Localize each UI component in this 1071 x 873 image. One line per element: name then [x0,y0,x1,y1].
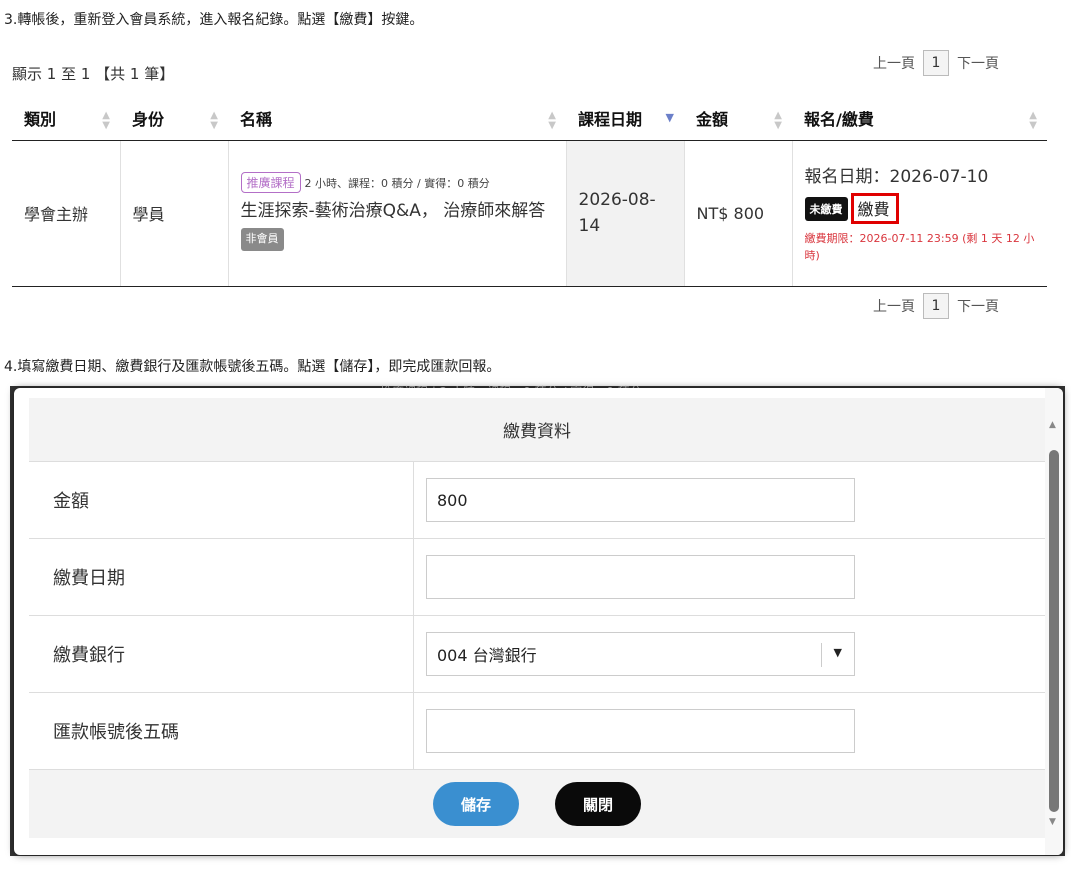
table-row: 學會主辦 學員 推廣課程 2 小時、課程：0 積分 / 實得：0 積分 生涯探索-… [12,140,1047,287]
sort-icon: ▲ ▼ [210,110,218,131]
payment-date-label: 繳費日期 [29,539,414,615]
pager-top: 上一頁 1 下一頁 [873,50,999,76]
header-course-date-label: 課程日期 [578,109,643,129]
select-divider [821,643,822,667]
course-name-link[interactable]: 生涯探索-藝術治療Q&A， 治療師來解答 [241,201,546,221]
close-button[interactable]: 關閉 [555,782,641,826]
sort-icon: ▲ ▼ [548,110,556,131]
header-amount-label: 金額 [696,109,729,129]
cell-course-date: 2026-08-14 [566,140,685,287]
reg-date: 報名日期：2026-07-10 [804,167,989,187]
registration-table: 類別 ▲ ▼ 身份 ▲ ▼ 名稱 ▲ ▼ 課程日期 ▼ 金額 ▲ ▼ 報名/繳費 ▲ ▼ [12,96,1047,287]
payment-bank-row: 繳費銀行 004 台灣銀行 ▼ [29,616,1045,693]
cell-amount: NT$ 800 [684,140,793,287]
payment-bank-select[interactable]: 004 台灣銀行 ▼ [426,632,855,676]
header-category-label: 類別 [24,109,57,129]
chevron-down-icon[interactable]: ▼ [834,646,842,659]
payment-bank-value: 004 台灣銀行 [437,646,537,665]
header-course-date[interactable]: 課程日期 ▼ [566,96,684,141]
records-summary: 顯示 1 至 1 【共 1 筆】 [12,65,175,83]
account-last5-label: 匯款帳號後五碼 [29,693,414,769]
payment-date-input[interactable] [426,555,855,599]
payment-modal: 繳費資料 金額 繳費日期 繳費銀行 004 台灣銀行 ▼ [14,388,1063,855]
pager-prev-link[interactable]: 上一頁 [873,296,915,316]
step4-instruction: 4.填寫繳費日期、繳費銀行及匯款帳號後五碼。點選【儲存】，即完成匯款回報。 [4,359,501,375]
account-last5-input[interactable] [426,709,855,753]
modal-title: 繳費資料 [29,398,1045,462]
cell-identity: 學員 [120,140,229,287]
sort-icon: ▲ ▼ [102,110,110,131]
payment-bank-label: 繳費銀行 [29,616,414,692]
pager-next-link[interactable]: 下一頁 [957,296,999,316]
modal-footer: 儲存 關閉 [29,770,1045,838]
scroll-thumb[interactable] [1049,450,1059,812]
pager-prev-link[interactable]: 上一頁 [873,53,915,73]
header-reg-pay-label: 報名/繳費 [804,109,874,129]
pager-bottom: 上一頁 1 下一頁 [873,293,999,319]
pager-page-1[interactable]: 1 [923,293,949,319]
header-amount[interactable]: 金額 ▲ ▼ [684,96,792,141]
scroll-down-icon[interactable]: ▼ [1049,817,1056,827]
scroll-up-icon[interactable]: ▲ [1049,420,1056,430]
amount-label: 金額 [29,462,414,538]
payment-deadline: 繳費期限：2026-07-11 23:59 (剩 1 天 12 小時) [804,232,1035,262]
header-name-label: 名稱 [240,109,273,129]
amount-row: 金額 [29,462,1045,539]
header-name[interactable]: 名稱 ▲ ▼ [228,96,566,141]
pager-next-link[interactable]: 下一頁 [957,53,999,73]
pay-button[interactable]: 繳費 [850,193,899,224]
unpaid-badge: 未繳費 [804,196,848,221]
modal-scrollbar[interactable]: ▲ ▼ [1045,388,1063,855]
amount-input[interactable] [426,478,855,522]
account-last5-row: 匯款帳號後五碼 [29,693,1045,770]
cell-category: 學會主辦 [12,140,121,287]
header-identity[interactable]: 身份 ▲ ▼ [120,96,228,141]
header-identity-label: 身份 [132,109,165,129]
step3-instruction: 3.轉帳後，重新登入會員系統，進入報名紀錄。點選【繳費】按鍵。 [4,12,424,28]
sort-desc-icon: ▼ [665,111,674,124]
cell-reg-pay: 報名日期：2026-07-10 未繳費 繳費 繳費期限：2026-07-11 2… [792,140,1047,287]
sort-icon: ▲ ▼ [1029,110,1037,131]
header-reg-pay[interactable]: 報名/繳費 ▲ ▼ [792,96,1047,141]
nonmember-tag: 非會員 [240,228,284,251]
save-button[interactable]: 儲存 [433,782,519,826]
promo-tag: 推廣課程 [240,172,301,194]
header-category[interactable]: 類別 ▲ ▼ [12,96,120,141]
course-meta: 2 小時、課程：0 積分 / 實得：0 積分 [304,177,490,191]
cell-name: 推廣課程 2 小時、課程：0 積分 / 實得：0 積分 生涯探索-藝術治療Q&A，… [228,140,567,287]
pager-page-1[interactable]: 1 [923,50,949,76]
sort-icon: ▲ ▼ [774,110,782,131]
payment-date-row: 繳費日期 [29,539,1045,616]
